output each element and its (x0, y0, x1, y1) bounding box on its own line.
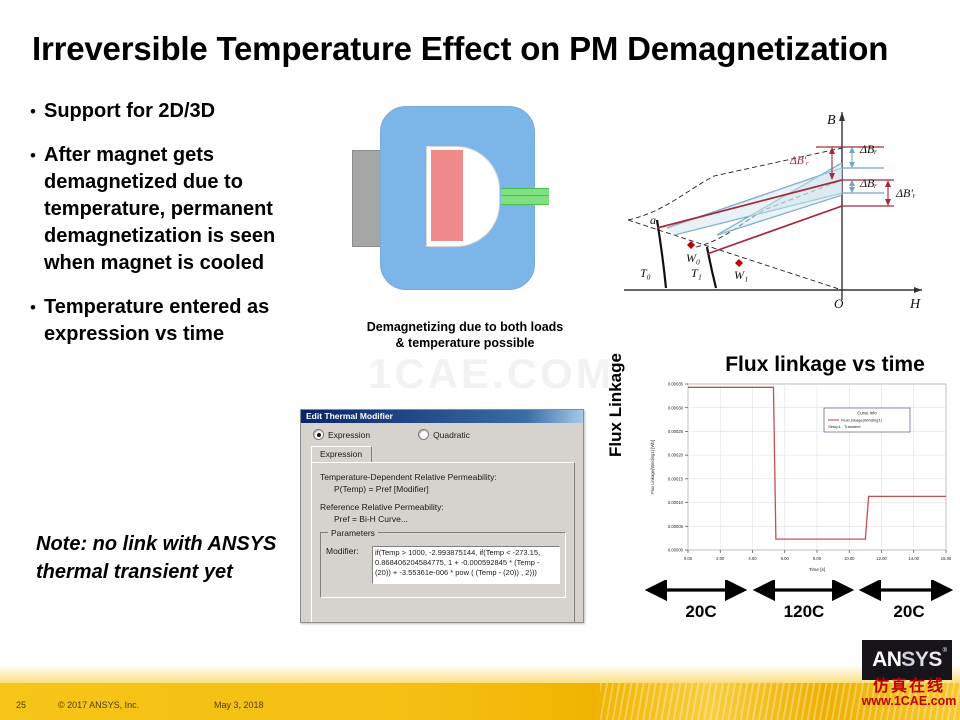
y-tick-label: 0.00030 (668, 405, 684, 410)
bh-delta-br-1-label: ΔBᵣ (859, 142, 877, 156)
temp-band-label-3: 20C (893, 602, 925, 621)
modifier-input[interactable]: if(Temp > 1000, -2.993875144, if(Temp < … (372, 546, 560, 584)
modifier-field-label: Modifier: (326, 546, 359, 556)
y-tick-label: 0.00000 (668, 548, 684, 553)
list-item: • Temperature entered as expression vs t… (30, 294, 298, 348)
temp-dependent-permeability-label: Temperature-Dependent Relative Permeabil… (320, 472, 497, 482)
x-tick-label: 14.00 (909, 556, 920, 561)
ansys-logo-registered-icon: ® (942, 648, 947, 654)
x-tick-label: 6.00 (781, 556, 790, 561)
magnet-caption-line1: Demagnetizing due to both loads (366, 320, 564, 334)
bh-curve-t1-label: T₁ (691, 266, 702, 280)
list-item: • After magnet gets demagnetized due to … (30, 142, 298, 277)
ptemp-formula-label: P(Temp) = Pref [Modifier] (334, 484, 429, 494)
x-tick-label: 2.00 (716, 556, 725, 561)
y-tick-label: 0.00005 (668, 524, 684, 529)
y-tick-label: 0.00010 (668, 500, 684, 505)
bh-point-a-label: a (650, 213, 656, 227)
bh-w1-label: W₁ (734, 268, 748, 282)
x-tick-label: 12.00 (876, 556, 887, 561)
temp-band-label-2: 120C (783, 602, 825, 621)
parameters-group-legend: Parameters (328, 528, 378, 538)
modifier-type-radio-group: Expression Quadratic (301, 423, 583, 444)
x-tick-label: 8.00 (813, 556, 822, 561)
x-tick-label: 0.00 (684, 556, 693, 561)
x-tick-label: 16.00 (941, 556, 952, 561)
radio-expression-label[interactable]: Expression (328, 430, 370, 440)
y-tick-label: 0.00015 (668, 476, 684, 481)
tab-expression[interactable]: Expression (311, 446, 373, 462)
reference-permeability-label: Reference Relative Permeability: (320, 502, 444, 512)
modifier-row: Modifier: if(Temp > 1000, -2.993875144, … (326, 546, 560, 584)
bullet-dot-icon: • (30, 102, 36, 121)
y-tick-label: 0.00035 (668, 382, 684, 387)
magnet-caption-line2: & temperature possible (395, 336, 535, 350)
legend-header: Curve Info (857, 411, 877, 416)
y-axis-label: Flux Linkage(Winding1) [Wb] (650, 440, 655, 494)
footer-page-number: 25 (16, 700, 27, 710)
bh-delta-br-2-label: ΔBᵣ (859, 176, 877, 190)
bullet-dot-icon: • (30, 146, 36, 165)
list-item: • Support for 2D/3D (30, 98, 298, 125)
watermark-1cae-background: 1CAE.COM (368, 350, 614, 397)
radio-quadratic-label[interactable]: Quadratic (433, 430, 470, 440)
x-tick-label: 10.00 (844, 556, 855, 561)
bh-delta-br-prime-2-label: ΔB′ᵣ (895, 186, 916, 200)
ansys-logo: ANSYS ® (862, 640, 952, 680)
parameters-group: Parameters Modifier: if(Temp > 1000, -2.… (320, 528, 566, 598)
y-tick-label: 0.00020 (668, 453, 684, 458)
footer-gradient (0, 665, 960, 683)
magnet-figure-caption: Demagnetizing due to both loads & temper… (330, 319, 600, 351)
legend-series-label: FluxLinkage(Winding1) (841, 418, 883, 423)
x-tick-label: 4.00 (748, 556, 757, 561)
note-text: Note: no link with ANSYS thermal transie… (36, 533, 277, 583)
bullet-dot-icon: • (30, 298, 36, 317)
bullet-list: • Support for 2D/3D • After magnet gets … (30, 98, 298, 365)
bullet-text: Support for 2D/3D (44, 100, 216, 122)
flux-linkage-chart-svg: 0.00 2.00 4.00 6.00 8.00 10.00 12.00 14.00 16.00… (650, 382, 952, 572)
radio-quadratic-icon[interactable] (418, 429, 430, 440)
expression-tab-panel: Temperature-Dependent Relative Permeabil… (311, 462, 575, 622)
radio-expression-icon[interactable] (313, 429, 324, 440)
flux-chart-title: Flux linkage vs time (725, 353, 925, 376)
bh-axis-h-label: H (909, 297, 921, 312)
bullet-text: After magnet gets demagnetized due to te… (44, 144, 276, 274)
slide-canvas: Irreversible Temperature Effect on PM De… (0, 0, 960, 720)
tabstrip: Expression (311, 446, 583, 462)
footer-copyright: © 2017 ANSYS, Inc. (58, 700, 140, 710)
bh-delta-br-prime-1-label: ΔB′ᵣ (789, 155, 809, 167)
bullet-text: Temperature entered as expression vs tim… (44, 296, 270, 345)
coil-shape (501, 188, 549, 205)
page-title: Irreversible Temperature Effect on PM De… (32, 30, 889, 67)
legend-setup-label: Setup1 : Transient (828, 424, 861, 429)
cae-watermark: 仿真在线 www.1CAE.com (860, 676, 958, 708)
cae-watermark-chinese: 仿真在线 (872, 676, 945, 695)
edit-thermal-modifier-dialog[interactable]: Edit Thermal Modifier Expression Quadrat… (300, 409, 584, 623)
bh-origin-label: O (834, 296, 844, 311)
bh-curve-t0-label: T₀ (640, 266, 651, 280)
x-axis-label: Time [s] (809, 567, 825, 572)
permanent-magnet-shape (431, 150, 463, 241)
footer-date: May 3, 2018 (214, 700, 264, 710)
pref-value-label[interactable]: Pref = Bi-H Curve... (320, 514, 566, 524)
temperature-band-annotations: 20C 120C 20C (636, 578, 954, 626)
flux-chart-ylabel-big: Flux Linkage (606, 353, 625, 457)
cae-watermark-url: www.1CAE.com (861, 693, 957, 708)
magnet-cross-section-figure (340, 100, 590, 305)
flux-linkage-chart: 0.00 2.00 4.00 6.00 8.00 10.00 12.00 14.00 16.00… (636, 378, 954, 576)
bh-curve-figure: B H O a T₀ T₁ W₀ W₁ ΔBᵣ ΔBᵣ ΔB′ᵣ ΔB′ᵣ (604, 100, 954, 315)
bh-curve-svg: B H O a T₀ T₁ W₀ W₁ ΔBᵣ ΔBᵣ ΔB′ᵣ ΔB′ᵣ (624, 112, 922, 312)
bh-w0-label: W₀ (686, 251, 700, 265)
ansys-logo-text: ANSYS (872, 648, 942, 671)
dialog-titlebar: Edit Thermal Modifier (301, 410, 583, 423)
footer-bar: 25 © 2017 ANSYS, Inc. May 3, 2018 (0, 683, 960, 720)
temp-band-label-1: 20C (685, 602, 717, 621)
y-tick-label: 0.00025 (668, 429, 684, 434)
bh-axis-b-label: B (827, 113, 836, 128)
